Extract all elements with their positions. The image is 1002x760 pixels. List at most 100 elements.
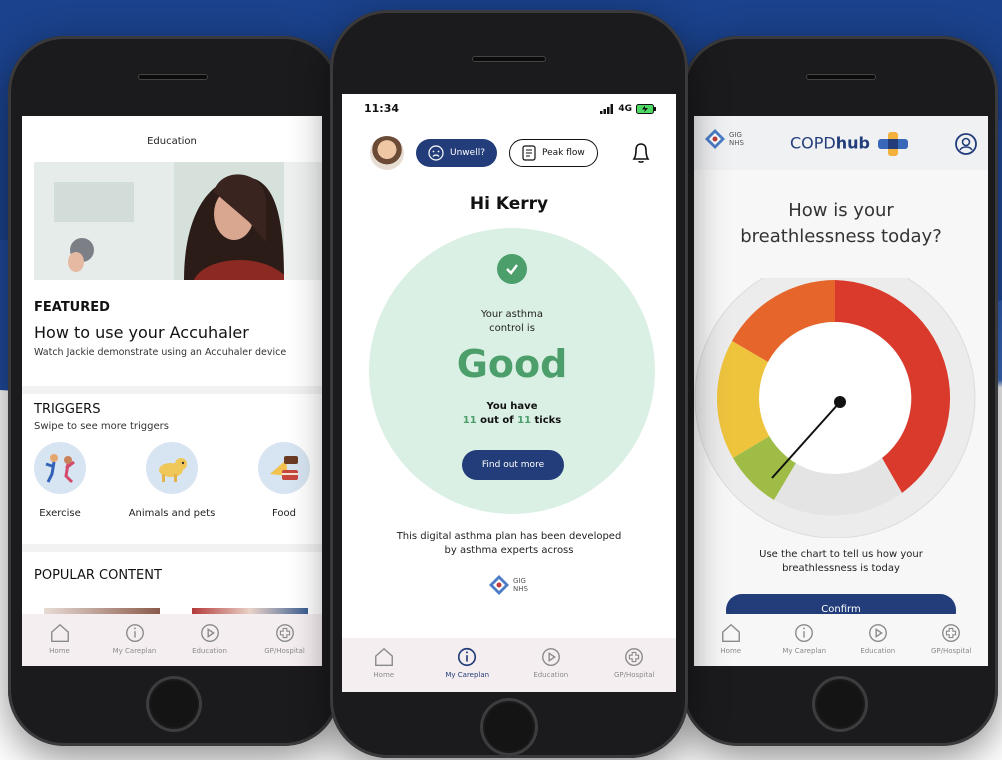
- plan-line: This digital asthma plan has been develo…: [396, 531, 622, 542]
- gauge-center: [759, 322, 911, 474]
- tab-label: Education: [860, 647, 896, 655]
- home-icon: [721, 623, 740, 642]
- logo-text: NHS: [729, 139, 744, 147]
- tab-education[interactable]: Education: [509, 646, 593, 679]
- action-row: Unwell? Peak flow: [370, 136, 654, 170]
- unwell-label: Unwell?: [450, 148, 485, 158]
- logo-text: NHS: [513, 585, 528, 593]
- logo-text: GIG: [513, 577, 526, 585]
- tab-my-careplan[interactable]: My Careplan: [97, 622, 172, 655]
- featured-title: How to use your Accuhaler: [34, 323, 249, 342]
- home-button[interactable]: [812, 676, 868, 732]
- plus-icon: [625, 648, 644, 666]
- phone-speaker: [472, 56, 546, 62]
- popular-content-title: POPULAR CONTENT: [34, 568, 162, 583]
- tab-label: Home: [49, 647, 70, 655]
- question-title: How is your breathlessness today?: [694, 198, 988, 250]
- tab-home[interactable]: Home: [694, 622, 768, 655]
- notification-bell-icon[interactable]: [628, 140, 654, 166]
- tab-label: My Careplan: [112, 647, 157, 655]
- section-divider: [22, 544, 322, 552]
- plus-icon: [942, 624, 961, 642]
- battery-icon: [636, 103, 656, 114]
- control-status: Good: [456, 342, 568, 386]
- tab-home[interactable]: Home: [342, 646, 426, 679]
- tab-my-careplan[interactable]: My Careplan: [768, 622, 842, 655]
- tab-label: Education: [192, 647, 227, 655]
- instruction-line: breathlessness is today: [782, 563, 900, 574]
- peak-flow-label: Peak flow: [541, 148, 585, 158]
- bottom-tab-bar: Home My Careplan Education GP/Hospital: [694, 614, 988, 666]
- tab-label: Home: [373, 671, 395, 679]
- education-screen: Education FEATURED How to use your Accuh…: [22, 116, 322, 666]
- tab-gp-hospital[interactable]: GP/Hospital: [247, 622, 322, 655]
- popular-content-section[interactable]: POPULAR CONTENT: [34, 568, 310, 638]
- info-icon: [125, 624, 144, 642]
- signal-icon: [600, 103, 614, 114]
- app-header: GIG NHS COPDhub: [694, 116, 988, 170]
- trigger-animals[interactable]: Animals and pets: [122, 442, 222, 519]
- network-label: 4G: [618, 103, 632, 114]
- trigger-label: Animals and pets: [128, 508, 216, 519]
- copdhub-screen: GIG NHS COPDhub How is your breathlessne…: [694, 116, 988, 666]
- tab-education[interactable]: Education: [841, 622, 915, 655]
- breathlessness-gauge[interactable]: [694, 278, 988, 538]
- bottom-tab-bar: Home My Careplan Education GP/Hospital: [342, 638, 676, 692]
- triggers-carousel[interactable]: Exercise Animals and pets Food: [34, 442, 310, 519]
- status-time: 11:34: [364, 102, 400, 115]
- status-bar: 11:34 4G: [364, 102, 656, 115]
- featured-label: FEATURED: [34, 300, 110, 315]
- ticks-count-line: 11 out of 11 ticks: [369, 414, 655, 428]
- play-icon: [868, 624, 887, 642]
- instruction-line: Use the chart to tell us how your: [759, 549, 923, 560]
- tab-label: GP/Hospital: [613, 671, 655, 679]
- find-out-more-button[interactable]: Find out more: [462, 450, 564, 480]
- ticks-line: You have: [486, 401, 538, 412]
- phone-education: Education FEATURED How to use your Accuh…: [8, 36, 340, 746]
- ticks-total: 11: [517, 415, 532, 426]
- page-title: Education: [147, 136, 197, 147]
- tab-gp-hospital[interactable]: GP/Hospital: [593, 646, 677, 679]
- phone-careplan: 11:34 4G Unwell? Peak flow Hi Kerry Your…: [330, 10, 688, 758]
- triggers-subtitle: Swipe to see more triggers: [34, 421, 169, 432]
- triggers-title: TRIGGERS: [34, 402, 101, 417]
- user-profile-icon[interactable]: [954, 132, 978, 156]
- home-icon: [50, 623, 69, 642]
- trigger-label: Food: [272, 508, 296, 519]
- tab-education[interactable]: Education: [172, 622, 247, 655]
- tab-my-careplan[interactable]: My Careplan: [426, 646, 510, 679]
- trigger-exercise[interactable]: Exercise: [34, 442, 114, 519]
- unwell-button[interactable]: Unwell?: [416, 139, 497, 167]
- food-icon: [258, 442, 310, 494]
- home-button[interactable]: [146, 676, 202, 732]
- control-line: Your asthma: [481, 309, 543, 320]
- triggers-section[interactable]: TRIGGERS Swipe to see more triggers Exer…: [34, 402, 310, 519]
- plus-icon: [275, 624, 294, 642]
- sad-face-icon: [428, 145, 444, 161]
- phone-copdhub: GIG NHS COPDhub How is your breathlessne…: [682, 36, 998, 746]
- featured-video-thumbnail[interactable]: [34, 162, 322, 280]
- trigger-food[interactable]: Food: [230, 442, 310, 519]
- control-line: control is: [489, 323, 535, 334]
- avatar[interactable]: [370, 136, 404, 170]
- brand-text-bold: hub: [835, 133, 870, 153]
- play-icon: [200, 624, 219, 642]
- tab-label: GP/Hospital: [930, 647, 972, 655]
- ticks-mid: out of: [480, 415, 514, 426]
- tab-label: GP/Hospital: [264, 647, 305, 655]
- phone-speaker: [806, 74, 876, 80]
- ticks-count: 11: [462, 415, 477, 426]
- exercise-icon: [34, 442, 86, 494]
- greeting: Hi Kerry: [469, 194, 549, 214]
- tab-label: Education: [533, 671, 569, 679]
- featured-section[interactable]: FEATURED How to use your Accuhaler Watch…: [34, 300, 322, 358]
- phone-speaker: [138, 74, 208, 80]
- featured-image: [34, 162, 322, 280]
- peak-flow-button[interactable]: Peak flow: [508, 139, 598, 167]
- home-button[interactable]: [480, 698, 538, 756]
- question-line: breathlessness today?: [740, 226, 942, 247]
- info-icon: [458, 647, 477, 667]
- tab-home[interactable]: Home: [22, 622, 97, 655]
- tab-gp-hospital[interactable]: GP/Hospital: [915, 622, 989, 655]
- plan-description: This digital asthma plan has been develo…: [342, 530, 676, 558]
